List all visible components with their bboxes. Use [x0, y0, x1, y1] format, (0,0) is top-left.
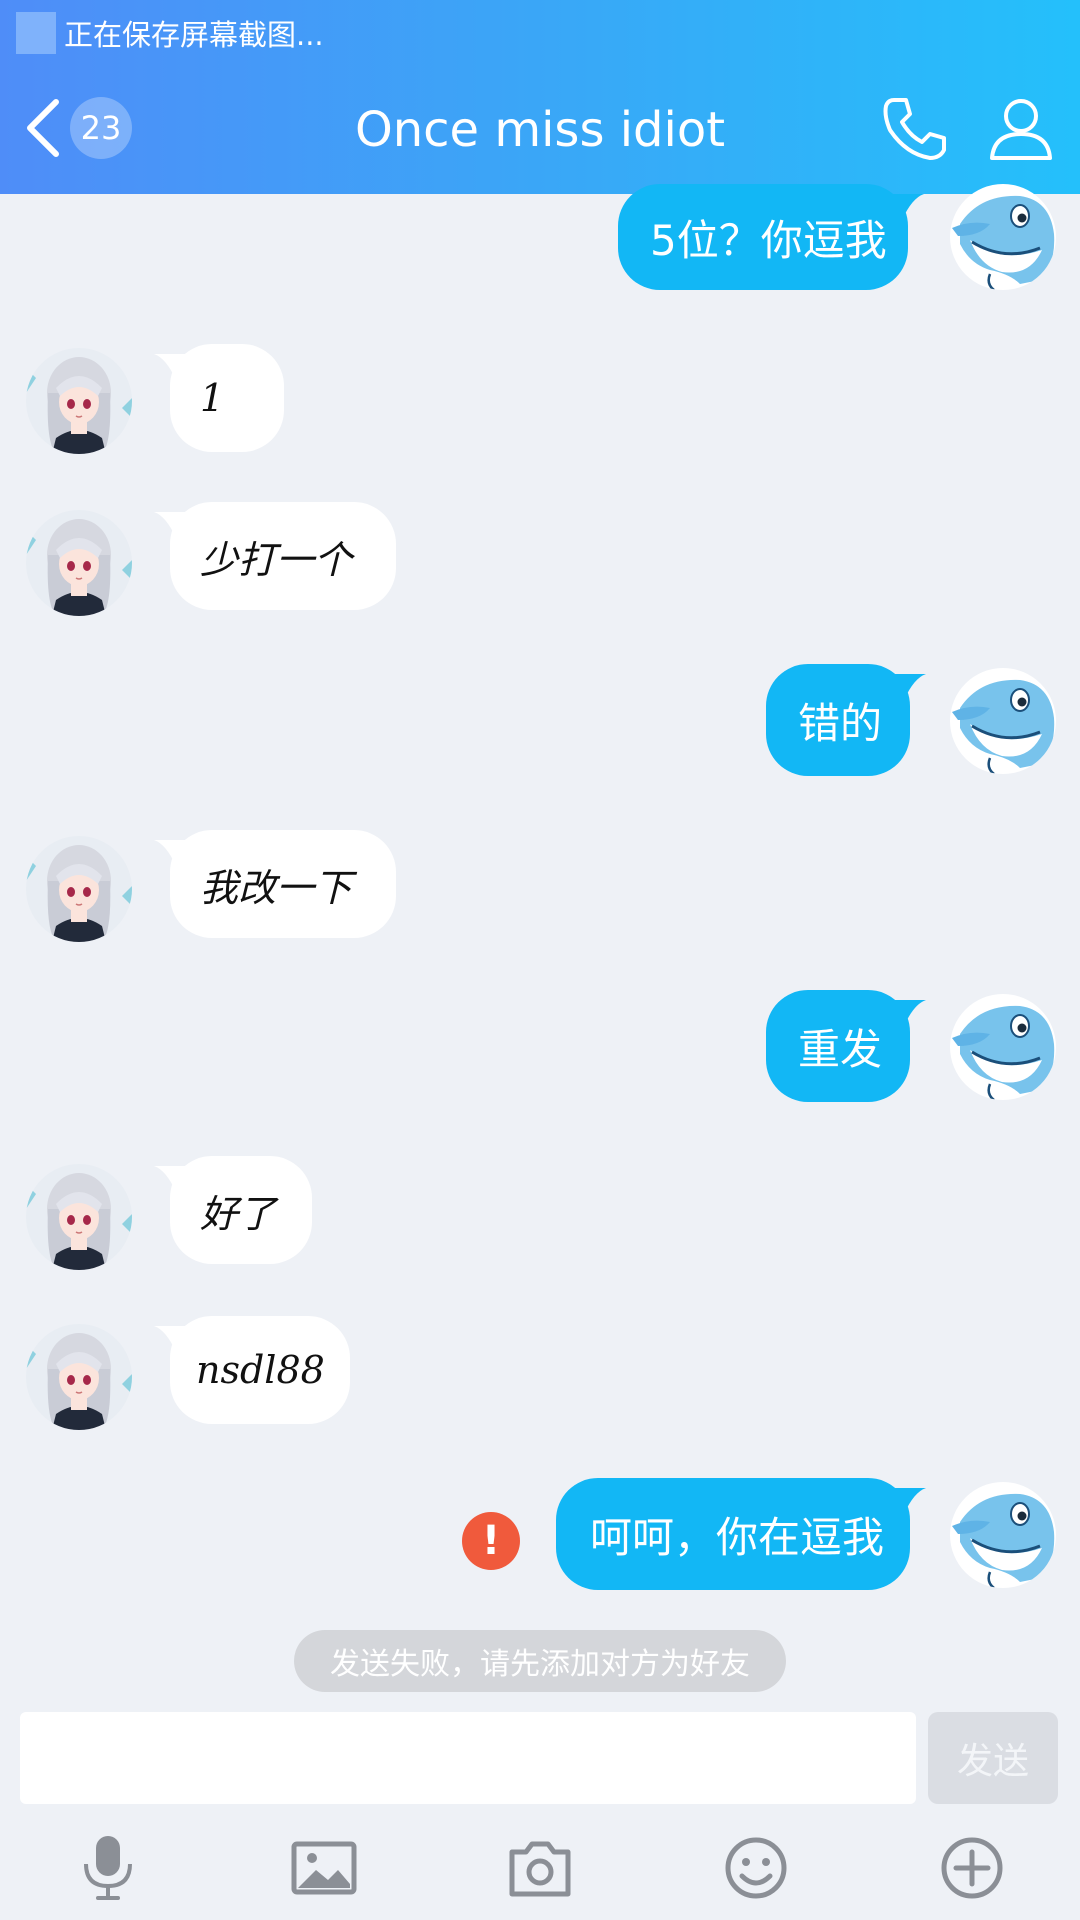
screenshot-thumbnail-icon	[16, 12, 56, 54]
plus-icon	[941, 1837, 1003, 1899]
message-bubble-incoming[interactable]: nsdl88	[154, 1316, 350, 1424]
emoji-button[interactable]	[720, 1832, 792, 1904]
message-bubble-incoming[interactable]: 少打一个	[154, 502, 396, 610]
bubble-tail	[154, 354, 188, 380]
message-bubble-incoming[interactable]: 我改一下	[154, 830, 396, 938]
message-bubble-incoming[interactable]: 好了	[154, 1156, 312, 1264]
send-failed-icon[interactable]: !	[462, 1512, 520, 1570]
message-text: 5位？你逗我	[650, 215, 887, 265]
bubble-tail	[154, 512, 188, 538]
message-text: 错的	[798, 698, 883, 748]
message-text: 呵呵，你在逗我	[590, 1512, 885, 1562]
contact-avatar[interactable]	[26, 1324, 132, 1430]
message-bubble-incoming[interactable]: 1	[154, 344, 284, 452]
message-bubble-outgoing[interactable]: 呵呵，你在逗我	[556, 1478, 926, 1590]
contact-avatar[interactable]	[26, 348, 132, 454]
message-text: 好了	[200, 1191, 277, 1236]
message-text: nsdl88	[196, 1348, 325, 1392]
phone-icon	[883, 98, 946, 160]
chat-header: 正在保存屏幕截图... 23 Once miss idiot	[0, 0, 1080, 194]
message-bubble-outgoing[interactable]: 错的	[766, 664, 926, 776]
send-button[interactable]: 发送	[928, 1712, 1058, 1804]
system-notice: 发送失败，请先添加对方为好友	[294, 1630, 786, 1692]
dolphin-avatar[interactable]	[950, 184, 1056, 290]
camera-button[interactable]	[504, 1832, 576, 1904]
image-button[interactable]	[288, 1832, 360, 1904]
contact-avatar[interactable]	[26, 1164, 132, 1270]
person-icon	[990, 99, 1052, 160]
bubble-tail	[892, 1000, 926, 1026]
bubble-tail	[154, 1326, 188, 1352]
message-input[interactable]	[20, 1712, 916, 1804]
microphone-icon	[84, 1836, 132, 1900]
status-text: 正在保存屏幕截图...	[64, 18, 324, 52]
bubble-tail	[154, 1166, 188, 1192]
bubble-tail	[892, 1488, 926, 1514]
profile-button[interactable]	[988, 94, 1054, 164]
emoji-icon	[725, 1837, 787, 1899]
camera-icon	[509, 1841, 571, 1897]
dolphin-avatar[interactable]	[950, 668, 1056, 774]
more-button[interactable]	[936, 1832, 1008, 1904]
message-bubble-outgoing[interactable]: 重发	[766, 990, 926, 1102]
contact-avatar[interactable]	[26, 836, 132, 942]
bubble-tail	[892, 674, 926, 700]
message-text: 少打一个	[200, 537, 353, 582]
bubble-tail	[154, 840, 188, 866]
message-text: 重发	[798, 1024, 883, 1074]
dolphin-avatar[interactable]	[950, 1482, 1056, 1588]
call-button[interactable]	[880, 94, 950, 164]
contact-avatar[interactable]	[26, 510, 132, 616]
image-icon	[291, 1841, 357, 1895]
message-text: 我改一下	[200, 865, 353, 910]
status-notification: 正在保存屏幕截图...	[16, 12, 324, 54]
bubble-tail	[890, 194, 924, 220]
voice-button[interactable]	[72, 1832, 144, 1904]
message-bubble-outgoing[interactable]: 5位？你逗我	[618, 184, 924, 290]
message-text: 1	[200, 376, 225, 420]
dolphin-avatar[interactable]	[950, 994, 1056, 1100]
